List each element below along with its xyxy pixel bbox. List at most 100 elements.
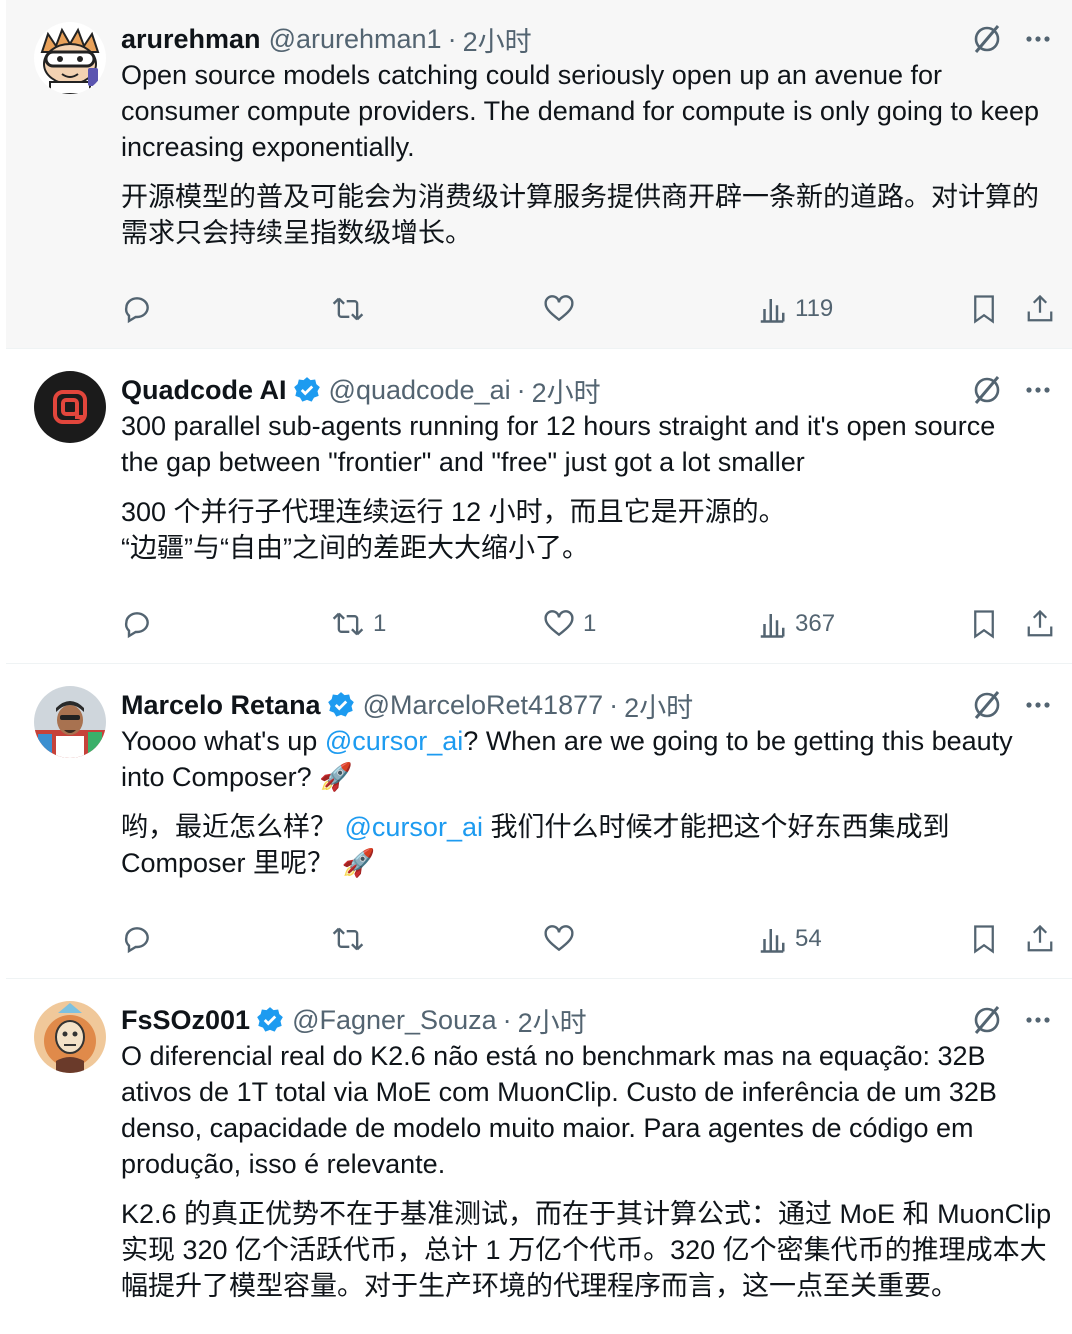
views-icon [760, 929, 785, 953]
like-icon [544, 295, 574, 322]
reply-button[interactable] [121, 604, 161, 644]
more-icon[interactable] [1024, 25, 1052, 53]
author-handle[interactable]: @arurehman1 [269, 24, 442, 55]
avatar-marcelo-photo [34, 686, 106, 758]
like-button[interactable]: 1 [543, 604, 596, 644]
avatar-dexter-image [34, 22, 106, 94]
tweet-fssoz001[interactable]: FsSOz001 @Fagner_Souza · 2小时 O diferenci… [6, 979, 1072, 1334]
share-icon [1027, 924, 1053, 952]
tweet-text: Yoooo what's up @cursor_ai? When are we … [121, 723, 1052, 795]
more-icon[interactable] [1024, 691, 1052, 719]
share-button[interactable] [1025, 289, 1055, 329]
grok-icon[interactable] [972, 690, 1002, 720]
tweet-header: Marcelo Retana @MarceloRet41877 · 2小时 [121, 687, 1052, 723]
tweet-translation: 哟，最近怎么样？ @cursor_ai 我们什么时候才能把这个好东西集成到 Co… [121, 809, 1052, 881]
reply-button[interactable] [121, 289, 161, 329]
tweet-translation: 300 个并行子代理连续运行 12 小时，而且它是开源的。 “边疆”与“自由”之… [121, 497, 786, 563]
bookmark-button[interactable] [969, 289, 999, 329]
verified-badge[interactable] [327, 691, 355, 719]
retweet-icon [332, 297, 364, 321]
separator-dot: · [502, 1004, 512, 1035]
share-icon [1027, 294, 1053, 322]
text-part: 哟，最近怎么样？ [121, 812, 345, 842]
grok-icon[interactable] [972, 1005, 1002, 1035]
action-bar: 1 1 367 [121, 604, 1072, 644]
more-icon[interactable] [1024, 1006, 1052, 1034]
views-button[interactable]: 119 [757, 289, 833, 329]
grok-icon[interactable] [972, 375, 1002, 405]
retweet-button[interactable] [331, 919, 373, 959]
views-icon [760, 614, 785, 638]
author-name[interactable]: arurehman [121, 24, 261, 55]
mention-link[interactable]: @cursor_ai [325, 726, 463, 756]
avatar[interactable] [34, 371, 106, 443]
share-icon [1027, 609, 1053, 637]
tweet-text: 300 parallel sub-agents running for 12 h… [121, 411, 996, 477]
separator-dot: · [609, 689, 619, 720]
author-name[interactable]: Quadcode AI [121, 375, 287, 406]
verified-badge[interactable] [293, 376, 321, 404]
tweet-header: FsSOz001 @Fagner_Souza · 2小时 [121, 1002, 1052, 1038]
verified-icon [257, 1007, 283, 1032]
like-icon [544, 925, 574, 952]
avatar[interactable] [34, 22, 106, 94]
retweet-icon [332, 612, 364, 636]
views-icon [760, 299, 785, 323]
retweet-button[interactable]: 1 [331, 604, 386, 644]
avatar[interactable] [34, 1001, 106, 1073]
timestamp[interactable]: 2小时 [518, 1001, 587, 1040]
text-part: Yoooo what's up [121, 726, 325, 756]
tweet-arurehman[interactable]: arurehman @arurehman1 · 2小时 Open source … [6, 0, 1072, 349]
avatar-quadcode-logo [34, 371, 106, 443]
bookmark-icon [974, 610, 994, 639]
tweet-text: O diferencial real do K2.6 não está no b… [121, 1041, 1005, 1179]
retweet-count: 1 [373, 610, 387, 637]
views-count: 367 [795, 610, 836, 637]
bookmark-button[interactable] [969, 604, 999, 644]
views-count: 119 [795, 295, 834, 322]
like-icon [544, 610, 574, 637]
separator-dot: · [516, 374, 526, 405]
bookmark-icon [974, 925, 994, 954]
author-handle[interactable]: @quadcode_ai [329, 375, 511, 406]
tweet-text: Open source models catching could seriou… [121, 60, 1047, 162]
verified-icon [327, 692, 354, 717]
tweet-header: arurehman @arurehman1 · 2小时 [121, 21, 1052, 57]
avatar[interactable] [34, 686, 106, 758]
timestamp[interactable]: 2小时 [624, 686, 693, 725]
action-bar: 54 [121, 919, 1072, 959]
views-button[interactable]: 54 [757, 919, 822, 959]
more-icon[interactable] [1024, 376, 1052, 404]
share-button[interactable] [1025, 919, 1055, 959]
like-button[interactable] [543, 919, 583, 959]
timestamp[interactable]: 2小时 [463, 20, 532, 59]
grok-icon[interactable] [972, 24, 1002, 54]
tweet-quadcode[interactable]: Quadcode AI @quadcode_ai · 2小时 300 paral… [6, 349, 1072, 664]
timestamp[interactable]: 2小时 [532, 371, 601, 410]
action-bar: 119 [121, 289, 1072, 329]
views-button[interactable]: 367 [757, 604, 835, 644]
like-count: 1 [583, 610, 597, 637]
reply-icon [124, 297, 149, 324]
bookmark-icon [974, 295, 994, 324]
bookmark-button[interactable] [969, 919, 999, 959]
verified-badge[interactable] [256, 1006, 284, 1034]
reply-icon [124, 612, 149, 639]
tweet-translation: 开源模型的普及可能会为消费级计算服务提供商开辟一条新的道路。对计算的需求只会持续… [121, 182, 1039, 248]
verified-icon [293, 377, 320, 402]
avatar-fssoz-art [34, 1001, 106, 1073]
author-name[interactable]: FsSOz001 [121, 1005, 250, 1036]
share-button[interactable] [1025, 604, 1055, 644]
retweet-icon [332, 927, 364, 951]
author-name[interactable]: Marcelo Retana [121, 690, 321, 721]
reply-icon [124, 927, 149, 954]
like-button[interactable] [543, 289, 583, 329]
mention-link[interactable]: @cursor_ai [345, 812, 483, 842]
tweet-header: Quadcode AI @quadcode_ai · 2小时 [121, 372, 1052, 408]
tweet-marcelo[interactable]: Marcelo Retana @MarceloRet41877 · 2小时 Yo… [6, 664, 1072, 979]
reply-button[interactable] [121, 919, 161, 959]
author-handle[interactable]: @MarceloRet41877 [363, 690, 604, 721]
separator-dot: · [447, 23, 457, 54]
author-handle[interactable]: @Fagner_Souza [292, 1005, 497, 1036]
retweet-button[interactable] [331, 289, 373, 329]
